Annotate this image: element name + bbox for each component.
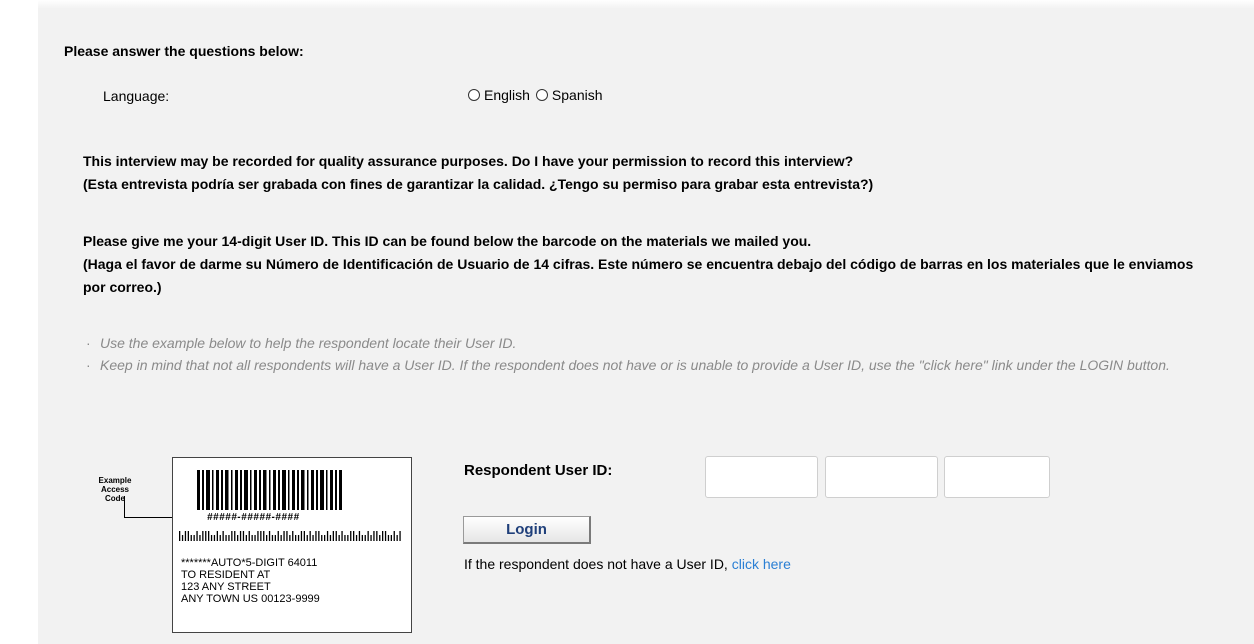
radio-english-label: English (484, 87, 530, 103)
user-id-field-1[interactable] (705, 456, 818, 498)
language-option-english[interactable]: English (468, 87, 530, 103)
language-radio-group: English Spanish (468, 87, 609, 103)
note-item: · Keep in mind that not all respondents w… (86, 357, 1170, 373)
language-option-spanish[interactable]: Spanish (535, 87, 603, 103)
address-line: ANY TOWN US 00123-9999 (181, 593, 320, 605)
user-id-field-3[interactable] (944, 456, 1050, 498)
example-address: *******AUTO*5-DIGIT 64011 TO RESIDENT AT… (181, 557, 320, 605)
pointer-line-vertical (124, 496, 125, 517)
language-label: Language: (103, 88, 170, 104)
radio-english[interactable] (468, 89, 480, 101)
interviewer-notes: · Use the example below to help the respo… (86, 332, 1186, 376)
postnet-barcode-image (179, 531, 401, 541)
example-mail-label: #####-#####-#### *******AUTO*5-DIGIT 640… (172, 457, 412, 633)
user-id-field-2[interactable] (825, 456, 938, 498)
example-label-line1: Example (98, 476, 132, 485)
click-here-link[interactable]: click here (732, 556, 791, 572)
radio-spanish[interactable] (535, 89, 548, 101)
note-text: Keep in mind that not all respondents wi… (100, 357, 1170, 373)
barcode-image (197, 470, 342, 510)
example-access-code-label: Example Access Code (90, 476, 140, 503)
note-item: · Use the example below to help the respo… (86, 335, 517, 351)
user-id-prompt-spanish: (Haga el favor de darme su Número de Ide… (83, 256, 1194, 295)
address-line: TO RESIDENT AT (181, 569, 271, 581)
login-button[interactable]: Login (463, 516, 591, 544)
page-heading: Please answer the questions below: (64, 43, 304, 59)
example-label-line2: Access Code (100, 485, 130, 503)
no-user-id-message: If the respondent does not have a User I… (464, 556, 732, 572)
example-code-mask: #####-#####-#### (207, 512, 300, 523)
recording-permission-english: This interview may be recorded for quali… (83, 153, 854, 169)
radio-spanish-label: Spanish (551, 87, 603, 103)
user-id-prompt-text: Please give me your 14-digit User ID. Th… (83, 230, 1203, 299)
no-user-id-text: If the respondent does not have a User I… (464, 556, 791, 572)
address-line: 123 ANY STREET (181, 581, 271, 593)
note-text: Use the example below to help the respon… (100, 335, 517, 351)
pointer-line-horizontal (124, 517, 176, 518)
respondent-user-id-label: Respondent User ID: (464, 462, 613, 479)
address-line: *******AUTO*5-DIGIT 64011 (181, 557, 318, 569)
recording-permission-text: This interview may be recorded for quali… (83, 150, 1203, 196)
recording-permission-spanish: (Esta entrevista podría ser grabada con … (83, 176, 874, 192)
user-id-prompt-english: Please give me your 14-digit User ID. Th… (83, 233, 812, 249)
